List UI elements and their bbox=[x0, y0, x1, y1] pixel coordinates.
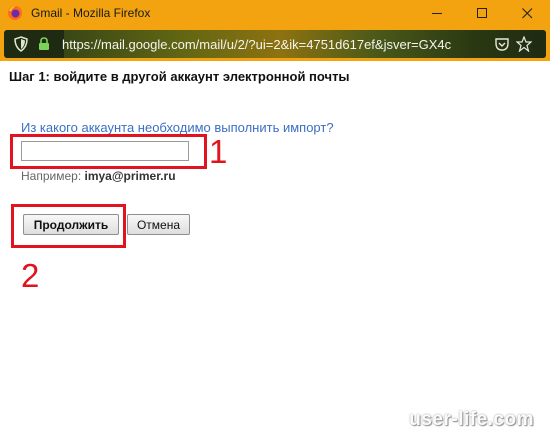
maximize-icon bbox=[477, 8, 487, 18]
lock-icon[interactable] bbox=[38, 37, 50, 51]
minimize-button[interactable] bbox=[415, 0, 460, 27]
account-question-link[interactable]: Из какого аккаунта необходимо выполнить … bbox=[21, 120, 334, 135]
import-dialog: Шаг 1: войдите в другой аккаунт электрон… bbox=[0, 61, 550, 443]
url-text[interactable]: https://mail.google.com/mail/u/2/?ui=2&i… bbox=[62, 37, 462, 52]
navigation-toolbar: https://mail.google.com/mail/u/2/?ui=2&i… bbox=[0, 27, 550, 61]
window-title: Gmail - Mozilla Firefox bbox=[31, 6, 151, 20]
annotation-marker-1: 1 bbox=[209, 133, 228, 170]
hint-example: imya@primer.ru bbox=[84, 169, 176, 183]
email-example-hint: Например: imya@primer.ru bbox=[21, 169, 176, 183]
firefox-icon bbox=[8, 6, 22, 20]
cancel-button[interactable]: Отмена bbox=[127, 214, 190, 235]
shield-icon[interactable] bbox=[14, 36, 28, 52]
watermark: user-life.com bbox=[409, 409, 534, 430]
close-icon bbox=[522, 8, 533, 19]
maximize-button[interactable] bbox=[460, 0, 505, 27]
window-titlebar: Gmail - Mozilla Firefox bbox=[0, 0, 550, 27]
minimize-icon bbox=[432, 13, 442, 14]
pocket-icon[interactable] bbox=[495, 37, 509, 51]
highlight-box-2 bbox=[11, 204, 126, 248]
highlight-box-1 bbox=[10, 134, 207, 169]
hint-prefix: Например: bbox=[21, 169, 85, 183]
bookmark-star-icon[interactable] bbox=[516, 36, 532, 52]
close-button[interactable] bbox=[505, 0, 550, 27]
url-field[interactable]: https://mail.google.com/mail/u/2/?ui=2&i… bbox=[4, 30, 546, 58]
step-title: Шаг 1: войдите в другой аккаунт электрон… bbox=[9, 69, 350, 84]
annotation-marker-2: 2 bbox=[21, 257, 40, 294]
